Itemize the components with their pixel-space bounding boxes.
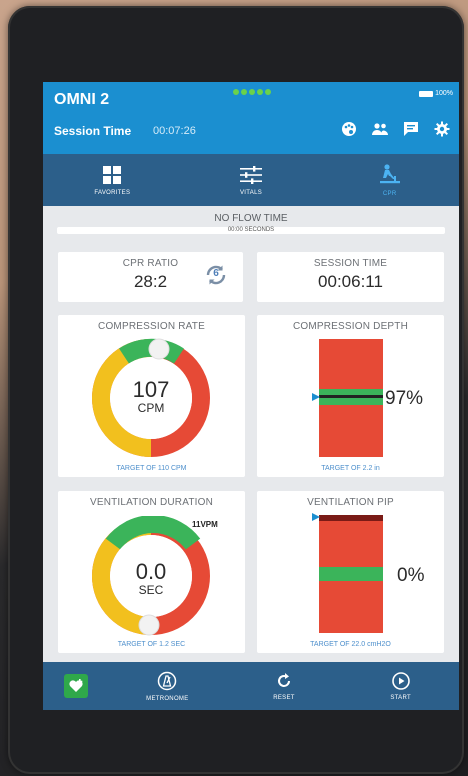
compression-rate-target: TARGET OF 110 CPM: [116, 465, 187, 472]
battery-icon: [419, 90, 434, 97]
ventilation-duration-readout: 0.0 SEC: [118, 559, 184, 598]
session-time-card-value: 00:06:11: [318, 272, 383, 291]
compression-rate-title: COMPRESSION RATE: [98, 321, 205, 332]
ventilation-duration-title: VENTILATION DURATION: [89, 497, 214, 508]
no-flow-title: NO FLOW TIME: [214, 213, 288, 224]
session-time-label: Session Time: [54, 124, 132, 138]
no-flow-value: 00:00 SECONDS: [57, 227, 445, 234]
users-icon[interactable]: [371, 120, 389, 138]
compression-rate-readout: 107 CPM: [118, 377, 184, 416]
palette-icon[interactable]: [340, 120, 358, 138]
metronome-icon: [158, 671, 177, 690]
start-button[interactable]: START: [342, 662, 459, 710]
cpr-cycle-badge: 6: [213, 268, 219, 279]
compression-rate-unit: CPM: [137, 401, 165, 415]
signal-dots-icon: [233, 89, 273, 97]
no-flow-panel: NO FLOW TIME 00:00 SECONDS: [43, 206, 459, 234]
compression-depth-card: COMPRESSION DEPTH 97% TARGET OF 2.2 in: [257, 315, 444, 477]
pip-marker-icon: [312, 513, 320, 521]
session-time-card-title: SESSION TIME: [313, 258, 388, 269]
battery-indicator: 100%: [419, 90, 453, 97]
defib-button[interactable]: [43, 662, 109, 710]
session-time-card: SESSION TIME 00:06:11: [257, 252, 444, 302]
session-time-value: 00:07:26: [153, 125, 196, 137]
depth-marker-icon: [312, 393, 320, 401]
tablet-device: OMNI 2 100% Session Time 00:07:26 FAVORI…: [8, 6, 464, 774]
play-icon: [391, 671, 410, 690]
ventilation-duration-unit: SEC: [138, 583, 164, 597]
tab-vitals[interactable]: VITALS: [182, 154, 321, 206]
app-title: OMNI 2: [54, 91, 110, 108]
sliders-icon: [240, 165, 262, 184]
message-icon[interactable]: [402, 120, 420, 138]
heart-plus-icon: [64, 674, 88, 698]
compression-depth-bar: [319, 339, 383, 457]
tab-cpr-label: CPR: [382, 190, 397, 197]
ventilation-pip-top-band: [319, 515, 383, 521]
compression-depth-level-line: [319, 395, 383, 398]
ventilation-duration-value: 0.0: [135, 559, 167, 584]
app-header: OMNI 2 100% Session Time 00:07:26: [43, 82, 459, 154]
ventilation-pip-target-band: [319, 567, 383, 581]
tab-favorites[interactable]: FAVORITES: [43, 154, 182, 206]
cycle-icon: 6: [203, 262, 229, 288]
reset-label: RESET: [273, 694, 295, 701]
reset-button[interactable]: RESET: [226, 662, 343, 710]
header-icons: [340, 120, 451, 138]
gear-icon[interactable]: [433, 120, 451, 138]
ventilation-pip-value: 0%: [397, 565, 425, 586]
bottom-bar: METRONOME RESET START: [43, 662, 459, 710]
tab-cpr[interactable]: CPR: [320, 154, 459, 206]
ventilation-pip-bar: [319, 515, 383, 633]
cpr-ratio-card[interactable]: CPR RATIO 28:2 6: [58, 252, 243, 302]
cpr-icon: [379, 163, 400, 183]
tab-favorites-label: FAVORITES: [94, 189, 131, 196]
compression-depth-title: COMPRESSION DEPTH: [292, 321, 409, 332]
metronome-button[interactable]: METRONOME: [109, 662, 226, 710]
ventilation-pip-card: VENTILATION PIP 0% TARGET OF 22.0 cmH2O: [257, 491, 444, 653]
compression-rate-card: COMPRESSION RATE 107 CPM TARGET OF 110 C…: [58, 315, 245, 477]
metronome-label: METRONOME: [146, 695, 189, 702]
tab-vitals-label: VITALS: [239, 189, 263, 196]
app-screen: OMNI 2 100% Session Time 00:07:26 FAVORI…: [43, 82, 459, 710]
reset-icon: [278, 672, 290, 687]
ventilation-duration-target: TARGET OF 1.2 SEC: [117, 641, 186, 648]
start-label: START: [390, 694, 411, 701]
ventilation-duration-card: VENTILATION DURATION 11VPM 0.0 SEC TARGE…: [58, 491, 245, 653]
grid-icon: [103, 165, 122, 184]
compression-depth-target: TARGET OF 2.2 in: [321, 465, 380, 472]
compression-rate-value: 107: [132, 377, 170, 402]
battery-percent: 100%: [435, 90, 453, 97]
tab-bar: FAVORITES VITALS CPR: [43, 154, 459, 206]
compression-depth-value: 97%: [385, 388, 424, 409]
ventilation-pip-target: TARGET OF 22.0 cmH2O: [310, 641, 391, 648]
ventilation-pip-title: VENTILATION PIP: [307, 497, 394, 508]
